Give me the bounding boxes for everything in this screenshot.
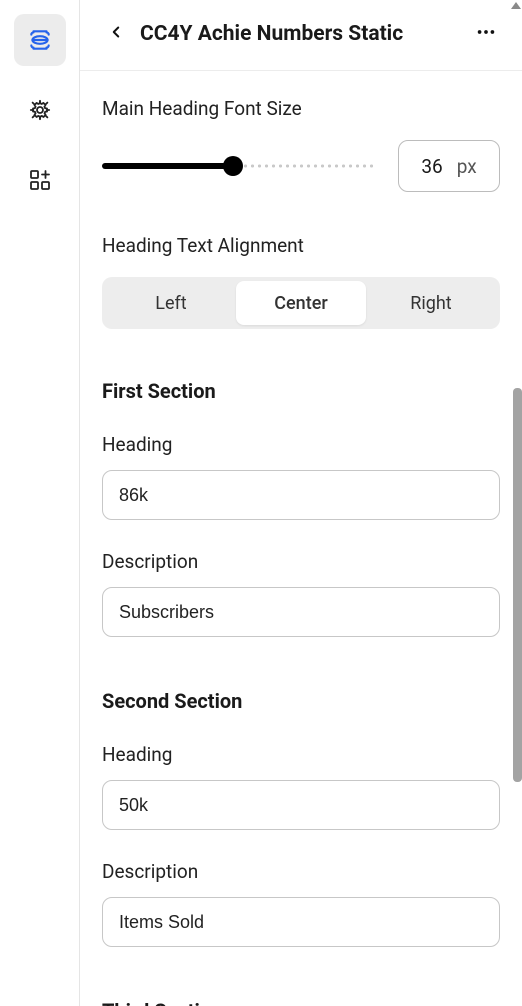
panel-content: Main Heading Font Size 36 px Heading Tex… xyxy=(80,71,522,1006)
section-1-description-input[interactable] xyxy=(102,587,500,637)
section-1-description-label: Description xyxy=(102,550,500,573)
panel-header: CC4Y Achie Numbers Static xyxy=(80,0,522,71)
back-button[interactable] xyxy=(102,20,130,48)
section-title-1: First Section xyxy=(102,379,500,403)
scroll-up-arrow-icon[interactable] xyxy=(511,2,521,9)
settings-panel: CC4Y Achie Numbers Static Main Heading F… xyxy=(80,0,522,1006)
slider-thumb[interactable] xyxy=(223,156,243,176)
chevron-left-icon xyxy=(107,23,125,45)
alignment-option-left[interactable]: Left xyxy=(106,281,236,325)
section-2-description-label: Description xyxy=(102,860,500,883)
scrollbar-thumb[interactable] xyxy=(513,388,522,782)
section-1-heading-input[interactable] xyxy=(102,470,500,520)
font-size-slider[interactable] xyxy=(102,156,374,176)
font-size-value: 36 xyxy=(421,155,442,178)
sidebar-item-settings[interactable] xyxy=(14,84,66,136)
section-title-3: Third Section xyxy=(102,999,500,1006)
dots-horizontal-icon xyxy=(475,21,497,47)
apps-add-icon xyxy=(28,168,52,192)
alignment-label: Heading Text Alignment xyxy=(102,234,500,257)
section-2-heading-input[interactable] xyxy=(102,780,500,830)
slider-fill xyxy=(102,163,233,169)
alignment-segmented: Left Center Right xyxy=(102,277,500,329)
alignment-option-right[interactable]: Right xyxy=(366,281,496,325)
section-title-2: Second Section xyxy=(102,689,500,713)
font-size-label: Main Heading Font Size xyxy=(102,97,500,120)
gear-icon xyxy=(28,98,52,122)
font-size-input-box[interactable]: 36 px xyxy=(398,140,500,192)
page-title: CC4Y Achie Numbers Static xyxy=(140,22,462,46)
alignment-option-center[interactable]: Center xyxy=(236,281,366,325)
sidebar-item-apps[interactable] xyxy=(14,154,66,206)
section-2-description-input[interactable] xyxy=(102,897,500,947)
sidebar xyxy=(0,0,80,1006)
font-size-unit: px xyxy=(457,155,477,178)
section-2-heading-label: Heading xyxy=(102,743,500,766)
sidebar-item-block[interactable] xyxy=(14,14,66,66)
section-1-heading-label: Heading xyxy=(102,433,500,456)
more-button[interactable] xyxy=(472,20,500,48)
block-icon xyxy=(27,27,53,53)
